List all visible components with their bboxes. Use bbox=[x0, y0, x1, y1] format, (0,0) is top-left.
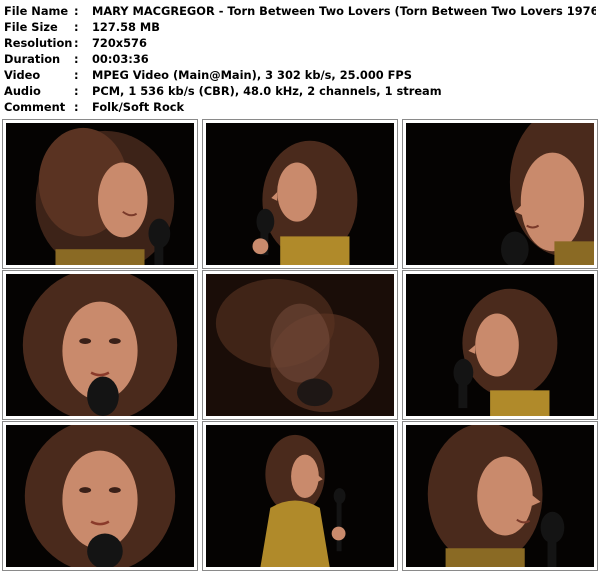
info-value: MARY MACGREGOR - Torn Between Two Lovers… bbox=[92, 4, 596, 18]
thumbnail-grid bbox=[2, 119, 598, 571]
thumbnail-frame[interactable] bbox=[202, 119, 398, 269]
thumbnail-frame[interactable] bbox=[402, 421, 598, 571]
info-key: Resolution bbox=[4, 36, 73, 50]
media-info-panel: File Name : MARY MACGREGOR - Torn Betwee… bbox=[4, 3, 596, 115]
info-value: 127.58 MB bbox=[92, 20, 160, 34]
info-row-duration: Duration : 00:03:36 bbox=[4, 51, 596, 67]
singer-closeup-profile-right-mic-icon bbox=[406, 425, 594, 567]
info-row-file-size: File Size : 127.58 MB bbox=[4, 19, 596, 35]
info-key: Video bbox=[4, 68, 41, 82]
thumbnail-frame[interactable] bbox=[402, 270, 598, 420]
singer-profile-left-mic-icon bbox=[206, 123, 394, 265]
singer-wide-profile-right-mic-icon bbox=[206, 425, 394, 567]
info-separator: : bbox=[74, 52, 79, 66]
singer-front-face-mic-icon bbox=[6, 425, 194, 567]
info-separator: : bbox=[74, 20, 79, 34]
info-separator: : bbox=[74, 84, 79, 98]
thumbnail-frame[interactable] bbox=[202, 421, 398, 571]
info-value: MPEG Video (Main@Main), 3 302 kb/s, 25.0… bbox=[92, 68, 412, 82]
info-separator: : bbox=[74, 100, 79, 114]
info-value: 00:03:36 bbox=[92, 52, 149, 66]
info-key: Duration bbox=[4, 52, 61, 66]
info-key: File Name bbox=[4, 4, 69, 18]
thumbnail-frame[interactable] bbox=[202, 270, 398, 420]
singer-closeup-profile-left-icon bbox=[406, 123, 594, 265]
info-key: File Size bbox=[4, 20, 58, 34]
singer-front-face-mic-icon bbox=[6, 274, 194, 416]
info-row-comment: Comment : Folk/Soft Rock bbox=[4, 99, 596, 115]
singer-profile-right-mic-icon bbox=[6, 123, 194, 265]
thumbnail-frame[interactable] bbox=[2, 270, 198, 420]
singer-profile-left-mic-icon bbox=[406, 274, 594, 416]
info-key: Audio bbox=[4, 84, 41, 98]
info-row-video: Video : MPEG Video (Main@Main), 3 302 kb… bbox=[4, 67, 596, 83]
info-key: Comment bbox=[4, 100, 66, 114]
info-separator: : bbox=[74, 36, 79, 50]
info-value: Folk/Soft Rock bbox=[92, 100, 185, 114]
thumbnail-frame[interactable] bbox=[2, 119, 198, 269]
info-row-file-name: File Name : MARY MACGREGOR - Torn Betwee… bbox=[4, 3, 596, 19]
info-separator: : bbox=[74, 68, 79, 82]
info-row-audio: Audio : PCM, 1 536 kb/s (CBR), 48.0 kHz,… bbox=[4, 83, 596, 99]
info-value: 720x576 bbox=[92, 36, 147, 50]
singer-dissolve-blur-icon bbox=[206, 274, 394, 416]
info-separator: : bbox=[74, 4, 79, 18]
info-value: PCM, 1 536 kb/s (CBR), 48.0 kHz, 2 chann… bbox=[92, 84, 442, 98]
info-row-resolution: Resolution : 720x576 bbox=[4, 35, 596, 51]
thumbnail-frame[interactable] bbox=[2, 421, 198, 571]
thumbnail-frame[interactable] bbox=[402, 119, 598, 269]
